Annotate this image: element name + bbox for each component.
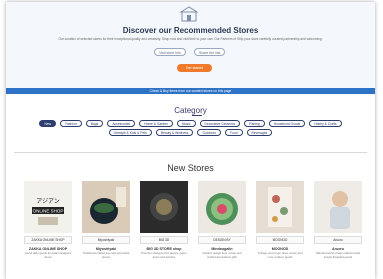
new-stores-title: New Stores — [167, 163, 214, 173]
store-logo: BIG 3D — [140, 236, 188, 244]
visit-store-info-button[interactable]: Visit store info — [154, 48, 186, 56]
store-thumbnail[interactable]: アジアン ONLINE SHOP — [24, 181, 72, 233]
category-chip[interactable]: Decorative Ceramics — [199, 120, 241, 127]
svg-text:アジアン: アジアン — [36, 198, 60, 205]
category-chip[interactable]: Outdoors — [197, 129, 222, 136]
store-logo: DESIGN BY — [198, 236, 246, 244]
info-banner: Check & Buy items from our curated store… — [6, 88, 375, 94]
store-description: Natural bamboo bags collected with simpl… — [315, 251, 361, 259]
store-thumbnail[interactable] — [140, 181, 188, 233]
store-logo: ZAKKA ONLINE SHOP — [24, 236, 72, 244]
store-thumbnail[interactable] — [256, 181, 304, 233]
hero-title: Discover our Recommended Stores — [122, 26, 259, 35]
hero-section: Discover our Recommended Stores Our cura… — [6, 2, 375, 90]
category-chip[interactable]: Accessories — [107, 120, 136, 127]
share-link-button[interactable]: Share the link — [194, 48, 226, 56]
store-thumbnail[interactable] — [314, 181, 362, 233]
store-card[interactable]: Aruoru Aruoru Natural bamboo bags collecte… — [314, 181, 362, 279]
store-logo: MOONOD — [256, 236, 304, 244]
store-thumbnail[interactable] — [198, 181, 246, 233]
store-card[interactable]: Miyoshiyaki Miyoshiyaki Traditional crafte… — [82, 181, 130, 279]
category-chip[interactable]: Household Goods — [268, 120, 306, 127]
category-chip[interactable]: Food — [225, 129, 243, 136]
store-logo: Aruoru — [314, 236, 362, 244]
store-description: Good daily goods for Asian designed shop… — [25, 251, 71, 259]
category-title: Category — [174, 106, 207, 115]
store-card[interactable]: MOONOD MOONOD Vintage wood rugs, linen wov… — [256, 181, 304, 279]
page-frame: Discover our Recommended Stores Our cura… — [6, 2, 375, 279]
store-card[interactable]: アジアン ONLINE SHOP ZAKKA ONLINE SHOP ZAKKA ON… — [24, 181, 72, 279]
store-logo: Miyoshiyaki — [82, 236, 130, 244]
category-chip[interactable]: Lifestyle & Kids & Pets — [108, 129, 152, 136]
store-card[interactable]: BIG 3D BIG 3D STORE shop Premium designs p… — [140, 181, 188, 279]
get-started-button[interactable]: Get started — [177, 64, 212, 72]
category-chip[interactable]: New — [39, 120, 57, 127]
category-chip-list: New Fashion Bags Accessories Home & Garden Mu… — [26, 119, 355, 137]
svg-text:ONLINE SHOP: ONLINE SHOP — [33, 209, 64, 214]
category-chip[interactable]: Home & Garden — [139, 120, 173, 127]
store-description: Premium designs print pieces, paper item… — [141, 251, 187, 259]
category-underline — [192, 115, 202, 116]
store-thumbnail[interactable] — [82, 181, 130, 233]
category-chip[interactable]: Beauty & Wellness — [155, 129, 194, 136]
section-divider — [14, 152, 367, 153]
category-chip[interactable]: Beverages — [246, 129, 273, 136]
store-description: Organic design lens, ocean and crafted d… — [202, 251, 242, 259]
store-description: Traditional crafted tea cups and kettle … — [82, 251, 130, 259]
category-chip[interactable]: Fishing — [244, 120, 265, 127]
store-card[interactable]: DESIGN BY Mindnogalin Organic design lens,… — [198, 181, 246, 279]
hero-description: Our curation of selected stores for thei… — [58, 37, 323, 41]
storefront-icon — [180, 6, 198, 22]
category-chip[interactable]: Fashion — [60, 120, 82, 127]
store-list: アジアン ONLINE SHOP ZAKKA ONLINE SHOP ZAKKA ON… — [24, 181, 364, 279]
category-chip[interactable]: Bags — [85, 120, 104, 127]
category-chip[interactable]: Music — [176, 120, 196, 127]
store-description: Vintage wood rugs, linen woven and more … — [257, 251, 303, 259]
category-chip[interactable]: Hobby & Crafts — [309, 120, 342, 127]
